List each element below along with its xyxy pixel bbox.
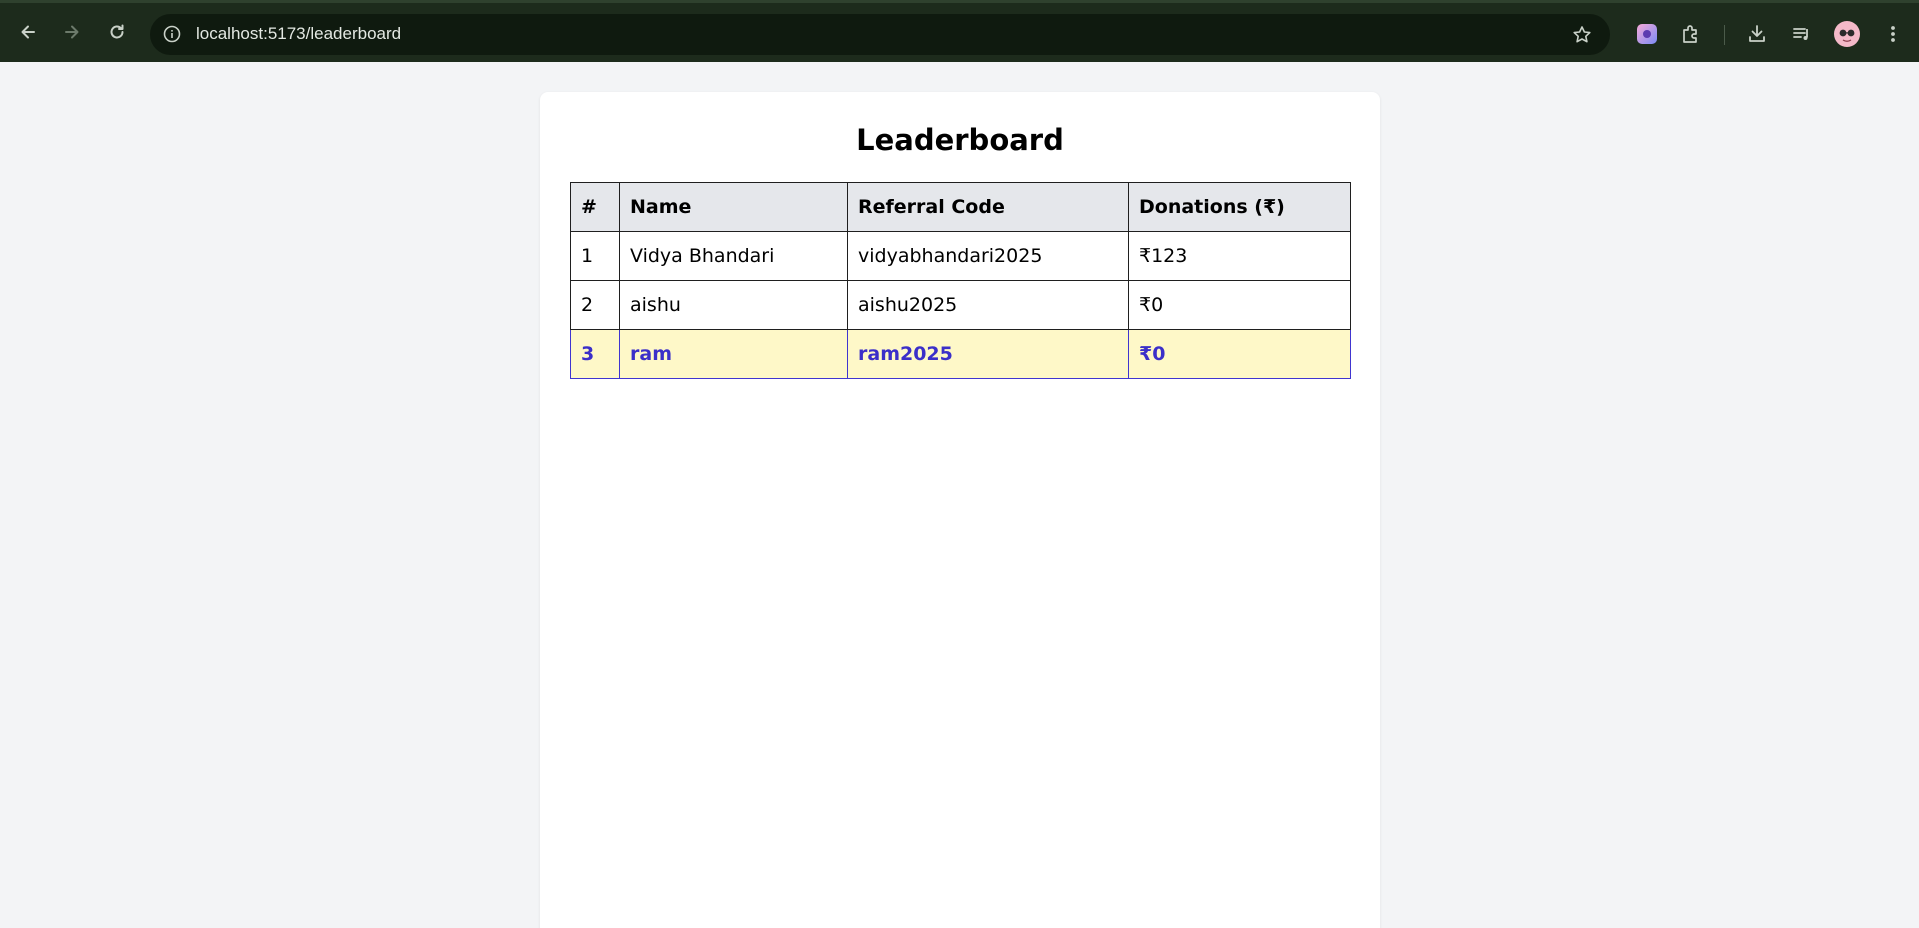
forward-arrow-icon[interactable]: [56, 16, 88, 48]
rank-cell: 2: [570, 280, 620, 330]
address-bar[interactable]: localhost:5173/leaderboard: [150, 14, 1610, 55]
name-cell: aishu: [619, 280, 848, 330]
donations-cell: ₹0: [1128, 329, 1351, 379]
kebab-menu-icon[interactable]: [1879, 20, 1907, 48]
site-info-icon[interactable]: [160, 22, 184, 46]
referral-code-cell: ram2025: [847, 329, 1129, 379]
column-header-donations: Donations (₹): [1128, 182, 1351, 232]
name-cell: ram: [619, 329, 848, 379]
name-cell: Vidya Bhandari: [619, 231, 848, 281]
page-title: Leaderboard: [856, 123, 1064, 157]
column-header-name: Name: [619, 182, 848, 232]
table-header-row: # Name Referral Code Donations (₹): [570, 182, 1351, 232]
avatar[interactable]: [1833, 20, 1861, 48]
reload-icon[interactable]: [101, 16, 133, 48]
table-row: 2 aishu aishu2025 ₹0: [570, 280, 1351, 330]
extension-app-icon[interactable]: [1633, 20, 1661, 48]
table-row-current-user: 3 ram ram2025 ₹0: [570, 329, 1351, 379]
referral-code-cell: vidyabhandari2025: [847, 231, 1129, 281]
browser-toolbar: localhost:5173/leaderboard: [0, 0, 1919, 62]
column-header-rank: #: [570, 182, 620, 232]
leaderboard-table: # Name Referral Code Donations (₹) 1 Vid…: [570, 182, 1351, 379]
table-row: 1 Vidya Bhandari vidyabhandari2025 ₹123: [570, 231, 1351, 281]
donations-cell: ₹0: [1128, 280, 1351, 330]
referral-code-cell: aishu2025: [847, 280, 1129, 330]
rank-cell: 3: [570, 329, 620, 379]
back-arrow-icon[interactable]: [12, 16, 44, 48]
media-queue-icon[interactable]: [1788, 20, 1816, 48]
star-icon[interactable]: [1570, 23, 1594, 47]
puzzle-icon[interactable]: [1677, 20, 1705, 48]
rank-cell: 1: [570, 231, 620, 281]
donations-cell: ₹123: [1128, 231, 1351, 281]
url-text[interactable]: localhost:5173/leaderboard: [196, 24, 401, 44]
column-header-referral-code: Referral Code: [847, 182, 1129, 232]
profile-avatar-image: [1834, 21, 1860, 47]
download-icon[interactable]: [1743, 20, 1771, 48]
leaderboard-card: Leaderboard # Name Referral Code Donatio…: [540, 92, 1380, 928]
toolbar-divider: [1724, 25, 1725, 45]
